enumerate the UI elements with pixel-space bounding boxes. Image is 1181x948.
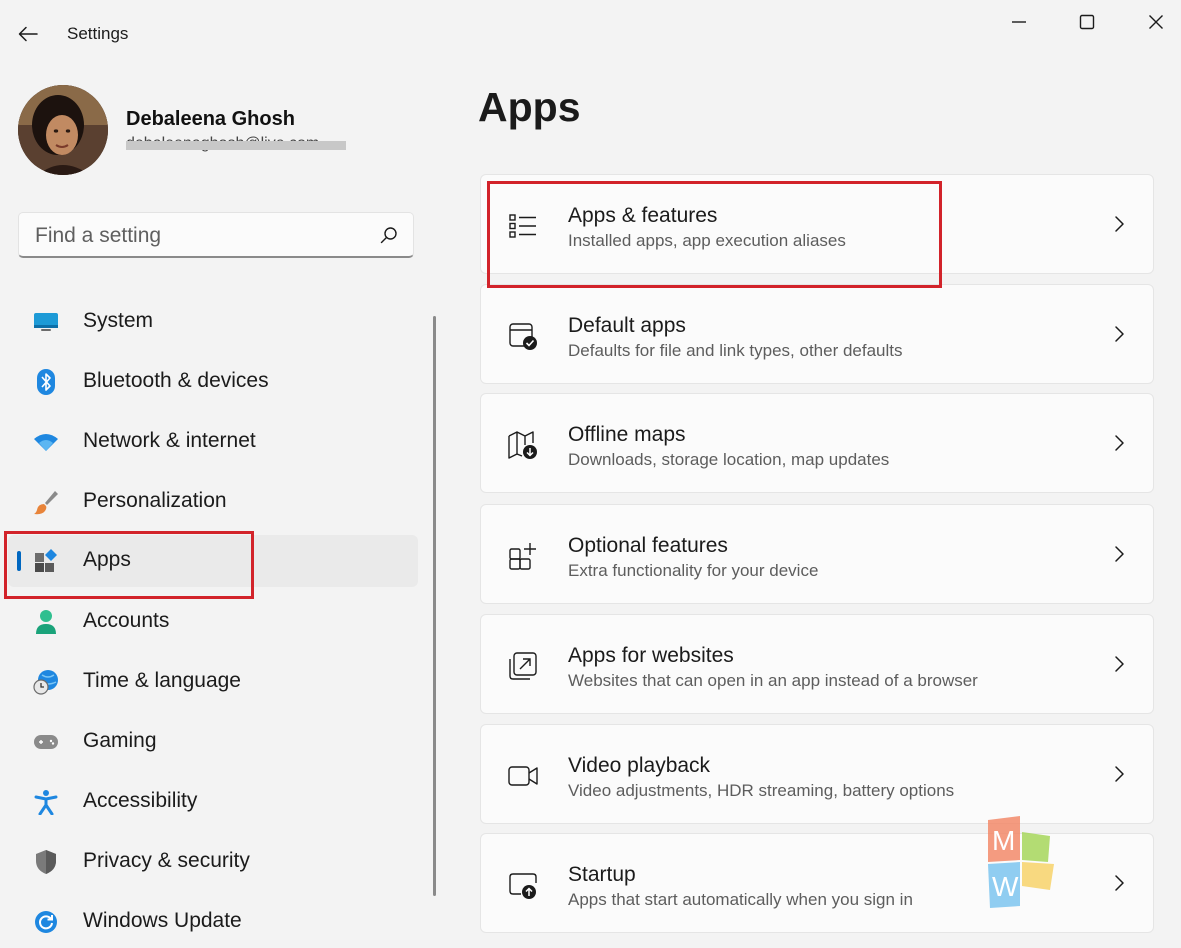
search-input[interactable] [33, 222, 367, 250]
sidebar-item-label: Time & language [83, 669, 241, 692]
sidebar-item-gaming[interactable]: Gaming [8, 716, 418, 768]
card-subtitle: Defaults for file and link types, other … [568, 341, 903, 360]
maximize-button[interactable] [1064, 8, 1110, 36]
startup-icon [509, 873, 537, 899]
chevron-right-icon [1115, 656, 1124, 672]
sidebar-item-bluetooth[interactable]: Bluetooth & devices [8, 356, 418, 408]
sidebar-item-label: Apps [83, 548, 131, 571]
globe-clock-icon [33, 669, 59, 695]
selection-indicator [17, 551, 21, 571]
sidebar-item-personalization[interactable]: Personalization [8, 476, 418, 528]
back-arrow-icon [18, 26, 38, 42]
sidebar-item-system[interactable]: System [8, 296, 418, 348]
watermark-letter-w: W [992, 871, 1019, 902]
search-box[interactable] [18, 212, 414, 258]
chevron-right-icon [1115, 546, 1124, 562]
card-title: Startup [568, 863, 636, 886]
chevron-right-icon [1115, 216, 1124, 232]
sidebar-item-label: Network & internet [83, 429, 256, 452]
card-title: Default apps [568, 314, 686, 337]
gamepad-icon [33, 729, 59, 755]
sidebar-item-apps[interactable]: Apps [8, 535, 418, 587]
sidebar-scrollbar[interactable] [433, 316, 436, 896]
chevron-right-icon [1115, 435, 1124, 451]
card-subtitle: Websites that can open in an app instead… [568, 671, 978, 690]
video-icon [508, 766, 538, 786]
minimize-button[interactable] [996, 8, 1042, 36]
default-apps-icon [509, 323, 537, 350]
person-icon [33, 609, 59, 635]
card-title: Apps & features [568, 204, 718, 227]
card-subtitle: Video adjustments, HDR streaming, batter… [568, 781, 955, 800]
wifi-icon [33, 429, 59, 455]
sidebar-item-label: Privacy & security [83, 849, 250, 872]
map-download-icon [508, 431, 537, 459]
back-button[interactable] [14, 22, 42, 46]
avatar[interactable] [18, 85, 108, 175]
sidebar-item-accessibility[interactable]: Accessibility [8, 776, 418, 828]
sidebar-item-label: Gaming [83, 729, 157, 752]
card-subtitle: Extra functionality for your device [568, 561, 819, 580]
sidebar-item-accounts[interactable]: Accounts [8, 596, 418, 648]
sidebar-item-label: System [83, 309, 154, 332]
chevron-right-icon [1115, 326, 1124, 342]
avatar-photo-icon [18, 85, 108, 175]
card-apps-features[interactable]: Apps & features Installed apps, app exec… [480, 174, 1154, 274]
minimize-icon [1012, 21, 1026, 23]
window-title: Settings [67, 24, 129, 43]
accessibility-icon [33, 789, 59, 815]
profile-name: Debaleena Ghosh [126, 108, 295, 130]
card-apps-for-websites[interactable]: Apps for websites Websites that can open… [480, 614, 1154, 714]
card-optional-features[interactable]: Optional features Extra functionality fo… [480, 504, 1154, 604]
bluetooth-icon [33, 369, 59, 395]
email-redaction-bar [126, 141, 346, 150]
sidebar-item-network[interactable]: Network & internet [8, 416, 418, 468]
card-title: Offline maps [568, 423, 686, 446]
card-subtitle: Apps that start automatically when you s… [568, 890, 913, 909]
card-subtitle: Installed apps, app execution aliases [568, 231, 846, 250]
card-title: Optional features [568, 534, 728, 557]
close-button[interactable] [1133, 8, 1179, 36]
sidebar-item-label: Windows Update [83, 909, 242, 932]
card-title: Apps for websites [568, 644, 734, 667]
update-icon [33, 909, 59, 935]
system-icon [33, 309, 59, 335]
card-video-playback[interactable]: Video playback Video adjustments, HDR st… [480, 724, 1154, 824]
card-default-apps[interactable]: Default apps Defaults for file and link … [480, 284, 1154, 384]
card-offline-maps[interactable]: Offline maps Downloads, storage location… [480, 393, 1154, 493]
maximize-icon [1079, 14, 1095, 30]
sidebar-item-label: Accessibility [83, 789, 198, 812]
open-in-app-icon [509, 652, 537, 680]
sidebar-item-label: Personalization [83, 489, 227, 512]
brush-icon [33, 489, 59, 515]
chevron-right-icon [1115, 766, 1124, 782]
sidebar-item-privacy[interactable]: Privacy & security [8, 836, 418, 888]
search-icon[interactable] [379, 225, 399, 245]
shield-icon [33, 849, 59, 875]
card-subtitle: Downloads, storage location, map updates [568, 450, 890, 469]
chevron-right-icon [1115, 875, 1124, 891]
sidebar-item-label: Accounts [83, 609, 170, 632]
sidebar-item-time-language[interactable]: Time & language [8, 656, 418, 708]
sidebar-item-label: Bluetooth & devices [83, 369, 269, 392]
card-title: Video playback [568, 754, 711, 777]
watermark-logo: M W [988, 816, 1054, 908]
close-icon [1149, 15, 1163, 29]
list-icon [509, 214, 536, 238]
watermark-letter-m: M [992, 825, 1015, 856]
page-title: Apps [478, 84, 581, 130]
apps-icon [33, 548, 59, 574]
add-features-icon [509, 543, 536, 570]
sidebar-item-windows-update[interactable]: Windows Update [8, 896, 418, 948]
